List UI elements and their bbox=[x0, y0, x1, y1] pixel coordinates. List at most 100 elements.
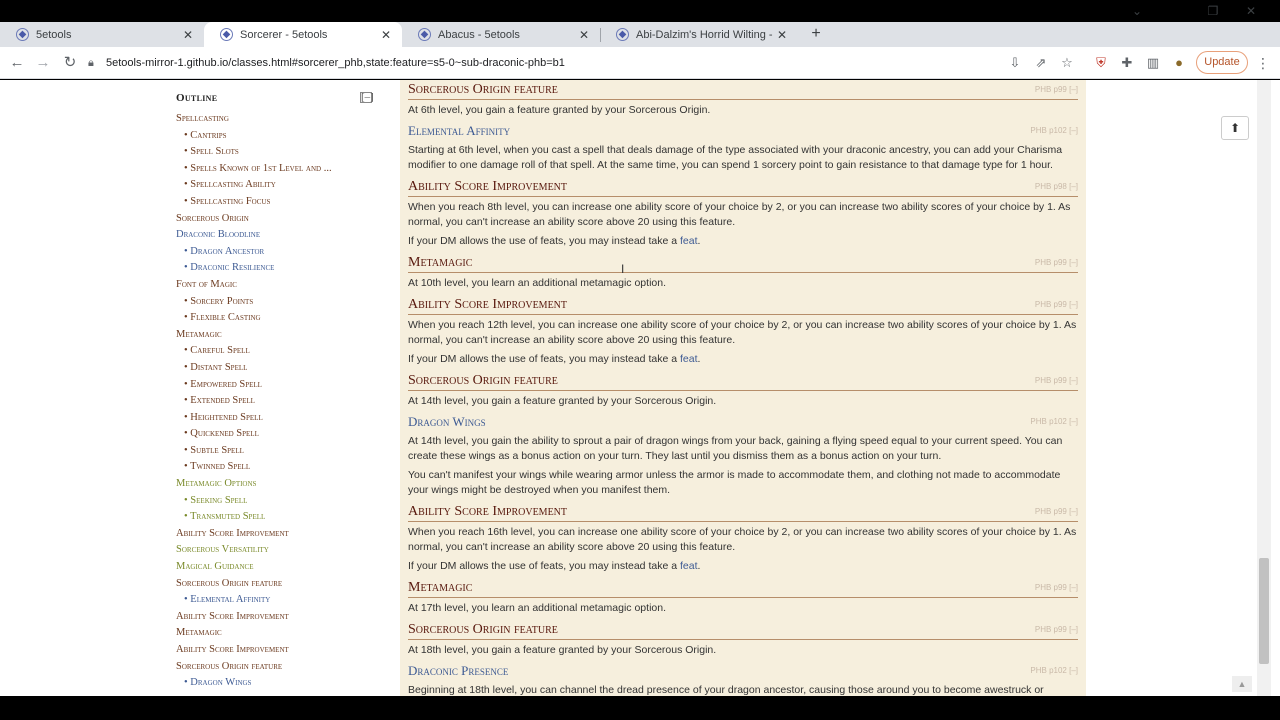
outline-item[interactable]: • Spells Known of 1st Level and ... bbox=[176, 163, 376, 180]
outline-collapse-button[interactable]: [–] bbox=[360, 92, 374, 103]
source-badge[interactable]: PHB p102 [–] bbox=[1030, 413, 1078, 431]
feature-title[interactable]: Ability Score Improvement PHB p99 [–] bbox=[408, 295, 1078, 315]
tab-search-icon[interactable]: ⌄ bbox=[1118, 0, 1156, 22]
feature-title[interactable]: Sorcerous Origin feature PHB p99 [–] bbox=[408, 371, 1078, 391]
chevron-up-icon[interactable]: ▲ bbox=[1232, 676, 1252, 692]
new-tab-button[interactable]: + bbox=[806, 22, 826, 47]
outline-item[interactable]: Metamagic bbox=[176, 329, 376, 346]
source-badge[interactable]: PHB p99 [–] bbox=[1035, 295, 1078, 315]
feat-link[interactable]: feat bbox=[680, 560, 698, 572]
source-badge[interactable]: PHB p102 [–] bbox=[1030, 122, 1078, 140]
outline-item[interactable]: Font of Magic bbox=[176, 279, 376, 296]
outline-item[interactable]: • Spellcasting Ability bbox=[176, 179, 376, 196]
outline-item[interactable]: • Quickened Spell bbox=[176, 428, 376, 445]
outline-item[interactable]: • Sorcery Points bbox=[176, 296, 376, 313]
feature-section: Ability Score Improvement PHB p99 [–] When… bbox=[408, 295, 1078, 367]
feature-title[interactable]: Ability Score Improvement PHB p98 [–] bbox=[408, 177, 1078, 197]
source-badge[interactable]: PHB p98 [–] bbox=[1035, 177, 1078, 197]
feature-text: You can't manifest your wings while wear… bbox=[408, 469, 1061, 496]
feat-link[interactable]: feat bbox=[680, 235, 698, 247]
outline-item[interactable]: Ability Score Improvement bbox=[176, 644, 376, 661]
outline-item[interactable]: • Careful Spell bbox=[176, 345, 376, 362]
feat-text-after: . bbox=[697, 353, 701, 365]
scrollbar[interactable] bbox=[1257, 80, 1271, 696]
feature-title[interactable]: Elemental Affinity PHB p102 [–] bbox=[408, 122, 1078, 140]
feature-text: When you reach 8th level, you can increa… bbox=[408, 201, 1071, 228]
tab-5etools[interactable]: ◆ 5etools ✕ bbox=[0, 22, 204, 47]
tab-label: 5etools bbox=[36, 28, 72, 41]
outline-item[interactable]: Ability Score Improvement bbox=[176, 611, 376, 628]
forward-icon[interactable]: → bbox=[31, 51, 55, 75]
install-app-icon[interactable]: ⇩ bbox=[1004, 52, 1026, 74]
outline-item[interactable]: Sorcerous Origin feature bbox=[176, 661, 376, 678]
feature-title-text: Metamagic bbox=[408, 255, 473, 270]
extensions-puzzle-icon[interactable]: ✚ bbox=[1116, 52, 1138, 74]
share-icon[interactable]: ⇗ bbox=[1030, 52, 1052, 74]
address-bar[interactable]: 🔒︎ 5etools-mirror-1.github.io/classes.ht… bbox=[88, 50, 1088, 76]
outline-item[interactable]: • Dragon Ancestor bbox=[176, 246, 376, 263]
menu-icon[interactable]: ⋮ bbox=[1254, 52, 1272, 74]
ublock-icon[interactable]: ⛨ bbox=[1090, 52, 1112, 74]
feature-title[interactable]: Sorcerous Origin feature PHB p99 [–] bbox=[408, 620, 1078, 640]
side-panel-icon[interactable]: ▥ bbox=[1142, 52, 1164, 74]
feature-title[interactable]: Ability Score Improvement PHB p99 [–] bbox=[408, 502, 1078, 522]
outline-item[interactable]: • Twinned Spell bbox=[176, 461, 376, 478]
outline-item[interactable]: Sorcerous Origin feature bbox=[176, 578, 376, 595]
feature-title[interactable]: Dragon Wings PHB p102 [–] bbox=[408, 413, 1078, 431]
close-icon[interactable]: ✕ bbox=[576, 28, 592, 42]
source-badge[interactable]: PHB p102 [–] bbox=[1030, 662, 1078, 680]
feature-title[interactable]: Metamagic PHB p99 [–] bbox=[408, 578, 1078, 598]
update-button[interactable]: Update bbox=[1196, 51, 1248, 74]
browser-toolbar: ← → ↻ 🔒︎ 5etools-mirror-1.github.io/clas… bbox=[0, 47, 1280, 79]
source-badge[interactable]: PHB p99 [–] bbox=[1035, 253, 1078, 273]
feature-title[interactable]: Draconic Presence PHB p102 [–] bbox=[408, 662, 1078, 680]
scroll-top-button[interactable]: ⬆ bbox=[1221, 116, 1249, 140]
outline-item[interactable]: • Dragon Wings bbox=[176, 677, 376, 694]
outline-item[interactable]: • Seeking Spell bbox=[176, 495, 376, 512]
source-badge[interactable]: PHB p99 [–] bbox=[1035, 502, 1078, 522]
feature-text: When you reach 12th level, you can incre… bbox=[408, 319, 1077, 346]
close-icon[interactable]: ✕ bbox=[774, 28, 790, 42]
outline-item[interactable]: • Heightened Spell bbox=[176, 412, 376, 429]
outline-item[interactable]: Draconic Bloodline bbox=[176, 229, 376, 246]
feature-title-text: Dragon Wings bbox=[408, 414, 486, 429]
outline-item[interactable]: • Subtle Spell bbox=[176, 445, 376, 462]
close-icon[interactable]: ✕ bbox=[378, 28, 394, 42]
outline-item[interactable]: Ability Score Improvement bbox=[176, 528, 376, 545]
outline-item[interactable]: • Extended Spell bbox=[176, 395, 376, 412]
close-icon[interactable]: ✕ bbox=[180, 28, 196, 42]
reload-icon[interactable]: ↻ bbox=[58, 51, 82, 75]
feat-link[interactable]: feat bbox=[680, 353, 698, 365]
feature-title[interactable]: Metamagic PHB p99 [–] bbox=[408, 253, 1078, 273]
feat-text: If your DM allows the use of feats, you … bbox=[408, 559, 1078, 574]
outline-item[interactable]: Magical Guidance bbox=[176, 561, 376, 578]
scrollbar-thumb[interactable] bbox=[1259, 558, 1269, 664]
source-badge[interactable]: PHB p99 [–] bbox=[1035, 80, 1078, 100]
outline-item[interactable]: • Transmuted Spell bbox=[176, 511, 376, 528]
outline-item[interactable]: • Draconic Resilience bbox=[176, 262, 376, 279]
outline-item[interactable]: • Spell Slots bbox=[176, 146, 376, 163]
outline-item[interactable]: • Elemental Affinity bbox=[176, 594, 376, 611]
back-icon[interactable]: ← bbox=[5, 51, 29, 75]
outline-item[interactable]: Metamagic bbox=[176, 627, 376, 644]
outline-item[interactable]: Sorcerous Versatility bbox=[176, 544, 376, 561]
outline-item[interactable]: • Spellcasting Focus bbox=[176, 196, 376, 213]
source-badge[interactable]: PHB p99 [–] bbox=[1035, 620, 1078, 640]
outline-item[interactable]: Metamagic Options bbox=[176, 478, 376, 495]
source-badge[interactable]: PHB p99 [–] bbox=[1035, 371, 1078, 391]
outline-item[interactable]: • Cantrips bbox=[176, 130, 376, 147]
tab-abacus[interactable]: ◆ Abacus - 5etools ✕ bbox=[402, 22, 600, 47]
restore-window-icon[interactable]: ❐ bbox=[1194, 0, 1232, 22]
outline-item[interactable]: • Empowered Spell bbox=[176, 379, 376, 396]
tab-horrid-wilting[interactable]: ◆ Abi-Dalzim's Horrid Wilting - 5et ✕ bbox=[600, 22, 798, 47]
avatar[interactable]: ● bbox=[1168, 52, 1190, 74]
outline-item[interactable]: Sorcerous Origin bbox=[176, 213, 376, 230]
close-window-icon[interactable]: ✕ bbox=[1232, 0, 1270, 22]
outline-item[interactable]: • Distant Spell bbox=[176, 362, 376, 379]
source-badge[interactable]: PHB p99 [–] bbox=[1035, 578, 1078, 598]
bookmark-star-icon[interactable]: ☆ bbox=[1056, 52, 1078, 74]
outline-item[interactable]: • Flexible Casting bbox=[176, 312, 376, 329]
outline-item[interactable]: Spellcasting bbox=[176, 113, 376, 130]
tab-sorcerer[interactable]: ◆ Sorcerer - 5etools ✕ bbox=[204, 22, 402, 47]
feature-title[interactable]: Sorcerous Origin feature PHB p99 [–] bbox=[408, 80, 1078, 100]
